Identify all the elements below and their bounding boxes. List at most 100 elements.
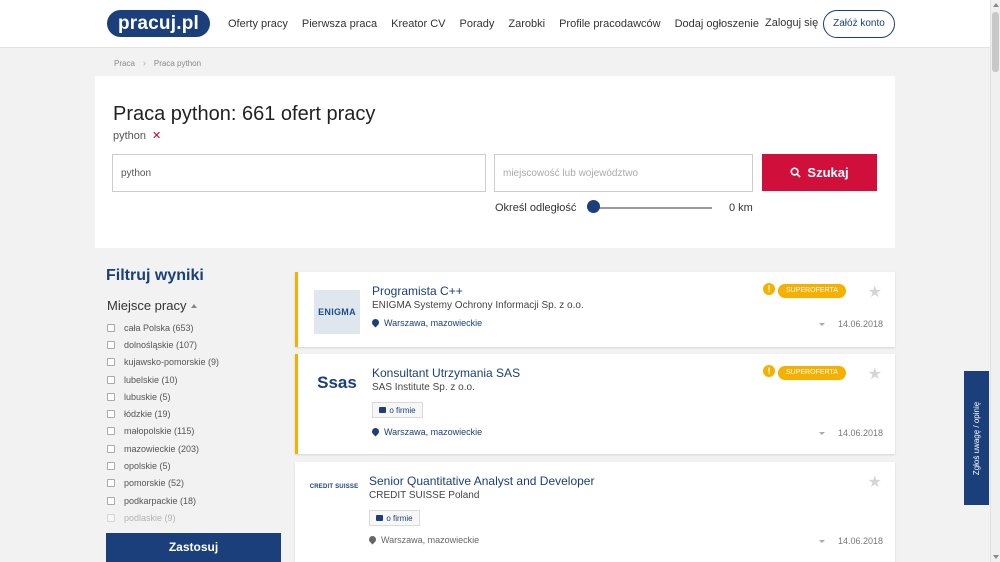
apply-filters-button[interactable]: Zastosuj: [106, 533, 281, 562]
company-logo[interactable]: CREDIT SUISSE: [309, 464, 359, 510]
job-location[interactable]: Warszawa, mazowieckie: [372, 427, 482, 437]
info-icon: !: [763, 365, 775, 377]
chevron-down-icon[interactable]: [819, 432, 825, 435]
nav-porady[interactable]: Porady: [460, 18, 495, 30]
location-pin-icon: [372, 428, 379, 437]
breadcrumb-praca[interactable]: Praca: [114, 59, 135, 68]
distance-slider-track[interactable]: [592, 207, 712, 209]
keyword-input[interactable]: [112, 154, 486, 192]
sas-logo: Ssas: [317, 373, 357, 392]
checkbox[interactable]: [107, 340, 115, 349]
favorite-star-icon[interactable]: ★: [868, 282, 882, 302]
job-offer-card[interactable]: Ssas Konsultant Utrzymania SAS SAS Insti…: [295, 354, 895, 454]
remove-tag-icon[interactable]: ✕: [152, 129, 161, 142]
top-navigation-bar: pracuj.pl Oferty pracy Pierwsza praca Kr…: [0, 0, 990, 48]
filter-title: Filtruj wyniki: [106, 267, 204, 284]
favorite-star-icon[interactable]: ★: [868, 364, 882, 384]
nav-kreator-cv[interactable]: Kreator CV: [391, 18, 445, 30]
page-title: Praca python: 661 ofert pracy: [113, 103, 376, 125]
filter-option[interactable]: kujawsko-pomorskie (9): [107, 354, 277, 371]
checkbox[interactable]: [107, 444, 115, 453]
filter-option[interactable]: opolskie (5): [107, 457, 277, 474]
job-offer-card[interactable]: ENIGMA Programista C++ ENIGMA Systemy Oc…: [295, 272, 895, 347]
breadcrumb: Praca › Praca python: [114, 58, 201, 68]
posted-date: 14.06.2018: [837, 428, 883, 438]
search-button[interactable]: Szukaj: [762, 154, 877, 191]
distance-slider-handle[interactable]: [587, 200, 600, 213]
about-company-button[interactable]: o firmie: [369, 510, 420, 526]
signup-button[interactable]: Załóż konto: [823, 10, 895, 38]
keyword-tag-label: python: [113, 129, 147, 142]
nav-dodaj-ogloszenie[interactable]: Dodaj ogłoszenie: [675, 18, 759, 30]
checkbox[interactable]: [107, 323, 115, 332]
filter-option[interactable]: łódzkie (19): [107, 405, 277, 422]
job-title-link[interactable]: Konsultant Utrzymania SAS: [372, 366, 520, 380]
filter-option[interactable]: małopolskie (115): [107, 423, 277, 440]
checkbox[interactable]: [107, 410, 115, 419]
location-pin-icon: [372, 319, 379, 328]
checkbox[interactable]: [107, 479, 115, 488]
search-panel: Praca python: 661 ofert pracy python ✕ S…: [95, 76, 895, 248]
active-keyword-tag: python ✕: [113, 129, 161, 143]
job-location[interactable]: Warszawa, mazowieckie: [372, 318, 482, 328]
chevron-down-icon[interactable]: [819, 323, 825, 326]
checkbox[interactable]: [107, 375, 115, 384]
about-company-button[interactable]: o firmie: [372, 402, 423, 418]
nav-zarobki[interactable]: Zarobki: [508, 18, 545, 30]
pracuj-logo[interactable]: pracuj.pl: [107, 10, 210, 37]
posted-date: 14.06.2018: [837, 536, 883, 546]
chevron-right-icon: ›: [142, 58, 146, 68]
page-scrollbar[interactable]: [990, 0, 1000, 562]
filter-option[interactable]: dolnośląskie (107): [107, 336, 277, 353]
caret-up-icon: [191, 303, 198, 308]
nav-oferty-pracy[interactable]: Oferty pracy: [228, 18, 288, 30]
credit-suisse-logo: CREDIT SUISSE: [309, 484, 359, 490]
scroll-down-arrow-icon[interactable]: [993, 555, 999, 559]
job-title-link[interactable]: Programista C++: [372, 284, 463, 298]
filter-option[interactable]: mazowieckie (203): [107, 440, 277, 457]
enigma-logo: ENIGMA: [314, 290, 360, 334]
filter-option[interactable]: lubuskie (5): [107, 388, 277, 405]
company-logo[interactable]: ENIGMA: [314, 289, 360, 335]
scroll-up-arrow-icon[interactable]: [993, 3, 999, 7]
chevron-down-icon[interactable]: [819, 540, 825, 543]
filter-option[interactable]: pomorskie (52): [107, 475, 277, 492]
job-location[interactable]: Warszawa, mazowieckie: [369, 535, 479, 545]
location-filter-list: cała Polska (653) dolnośląskie (107) kuj…: [107, 319, 277, 525]
distance-label: Określ odległość: [495, 202, 577, 214]
checkbox[interactable]: [107, 358, 115, 367]
briefcase-icon: [376, 515, 384, 521]
nav-pierwsza-praca[interactable]: Pierwsza praca: [302, 18, 377, 30]
nav-profile-pracodawcow[interactable]: Profile pracodawców: [559, 18, 661, 30]
filter-option[interactable]: podlaskie (9): [107, 509, 277, 525]
company-logo[interactable]: Ssas: [314, 360, 360, 406]
filter-option[interactable]: podkarpackie (18): [107, 492, 277, 509]
filter-option[interactable]: lubelskie (10): [107, 371, 277, 388]
job-offer-card[interactable]: CREDIT SUISSE Senior Quantitative Analys…: [295, 462, 895, 562]
checkbox[interactable]: [107, 513, 115, 522]
filter-option[interactable]: cała Polska (653): [107, 319, 277, 336]
briefcase-icon: [379, 407, 387, 413]
checkbox[interactable]: [107, 427, 115, 436]
job-title-link[interactable]: Senior Quantitative Analyst and Develope…: [369, 474, 594, 488]
filter-section-label: Miejsce pracy: [107, 298, 187, 313]
company-name: SAS Institute Sp. z o.o.: [372, 382, 475, 393]
checkbox[interactable]: [107, 496, 115, 505]
company-name: CREDIT SUISSE Poland: [369, 490, 480, 501]
feedback-tab[interactable]: Zgłoś uwagę / opinię: [964, 371, 989, 505]
filter-section-location[interactable]: Miejsce pracy: [107, 298, 198, 313]
superoffer-badge: SUPEROFERTA: [778, 284, 846, 298]
scroll-thumb[interactable]: [992, 12, 999, 72]
checkbox[interactable]: [107, 462, 115, 471]
superoffer-badge: SUPEROFERTA: [778, 366, 846, 380]
checkbox[interactable]: [107, 392, 115, 401]
breadcrumb-praca-python: Praca python: [153, 58, 202, 68]
posted-date: 14.06.2018: [837, 319, 883, 329]
location-pin-icon: [369, 536, 376, 545]
info-icon: !: [763, 283, 775, 295]
favorite-star-icon[interactable]: ★: [868, 472, 882, 492]
login-link[interactable]: Zaloguj się: [765, 17, 818, 29]
search-icon: [790, 167, 802, 178]
location-input[interactable]: [494, 154, 753, 192]
distance-value: 0 km: [729, 202, 753, 214]
